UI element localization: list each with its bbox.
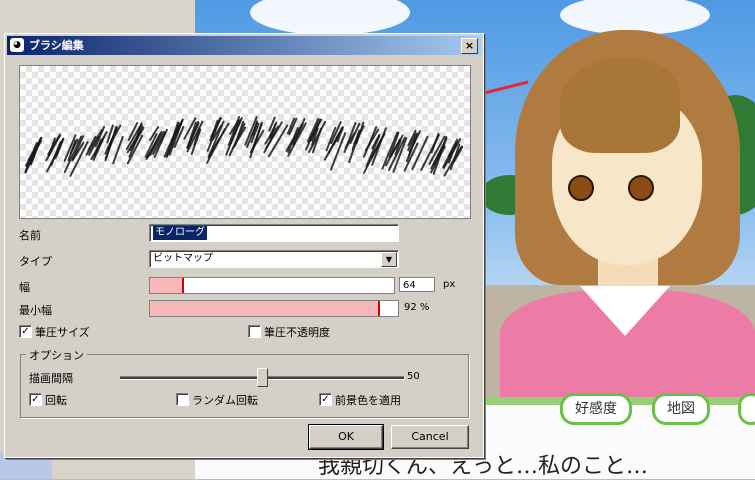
- min-width-number: 92: [404, 302, 417, 313]
- options-group: [20, 354, 469, 418]
- dialog-title: ブラシ編集: [29, 39, 84, 52]
- interval-value: 50: [407, 371, 420, 382]
- width-label: 幅: [19, 281, 30, 294]
- min-width-slider[interactable]: [149, 300, 399, 317]
- type-select-value: ビットマップ: [153, 253, 213, 264]
- dialog-titlebar[interactable]: ◕ ブラシ編集 ×: [7, 36, 481, 55]
- width-slider[interactable]: [149, 277, 395, 294]
- random-rotate-label: ランダム回転: [192, 394, 258, 407]
- character-bangs: [560, 58, 680, 153]
- pressure-opacity-label: 筆圧不透明度: [264, 326, 330, 339]
- name-input-value: モノローグ: [153, 226, 207, 240]
- name-input[interactable]: モノローグ: [149, 224, 399, 242]
- close-button[interactable]: ×: [461, 38, 478, 54]
- interval-label: 描画間隔: [29, 372, 73, 385]
- interval-slider-thumb[interactable]: [257, 368, 268, 387]
- min-width-slider-fill: [150, 301, 380, 316]
- chevron-down-icon[interactable]: ▼: [381, 252, 397, 267]
- app-icon: ◕: [10, 38, 24, 52]
- brush-preview: [19, 65, 471, 219]
- menu-button-partial[interactable]: [738, 393, 755, 425]
- apply-fg-checkbox[interactable]: ✓: [319, 393, 332, 406]
- min-width-value: 92 %: [404, 302, 429, 313]
- width-slider-fill: [150, 278, 184, 293]
- options-group-title: オプション: [26, 347, 87, 363]
- cancel-button[interactable]: Cancel: [391, 425, 469, 449]
- width-unit: px: [443, 279, 456, 290]
- apply-fg-label: 前景色を適用: [335, 394, 401, 407]
- rotate-checkbox[interactable]: ✓: [29, 393, 42, 406]
- pressure-size-checkbox[interactable]: ✓: [19, 325, 32, 338]
- min-width-label: 最小幅: [19, 304, 52, 317]
- type-select[interactable]: ビットマップ ▼: [149, 250, 399, 268]
- name-label: 名前: [19, 229, 41, 242]
- width-input[interactable]: 64: [399, 277, 435, 292]
- pressure-size-label: 筆圧サイズ: [35, 326, 90, 339]
- brush-stroke: [112, 135, 125, 164]
- random-rotate-checkbox[interactable]: [176, 393, 189, 406]
- ok-button[interactable]: OK: [308, 424, 384, 450]
- affection-button[interactable]: 好感度: [560, 393, 632, 425]
- character-eye-left: [568, 175, 594, 201]
- pressure-opacity-checkbox[interactable]: [248, 325, 261, 338]
- map-button[interactable]: 地図: [652, 393, 710, 425]
- brush-edit-dialog: ◕ ブラシ編集 × 名前 モノローグ タイプ ビットマップ ▼ 幅 64 px …: [4, 33, 484, 458]
- rotate-label: 回転: [45, 394, 67, 407]
- character-eye-right: [628, 175, 654, 201]
- type-label: タイプ: [19, 255, 52, 268]
- min-width-unit: %: [419, 302, 430, 313]
